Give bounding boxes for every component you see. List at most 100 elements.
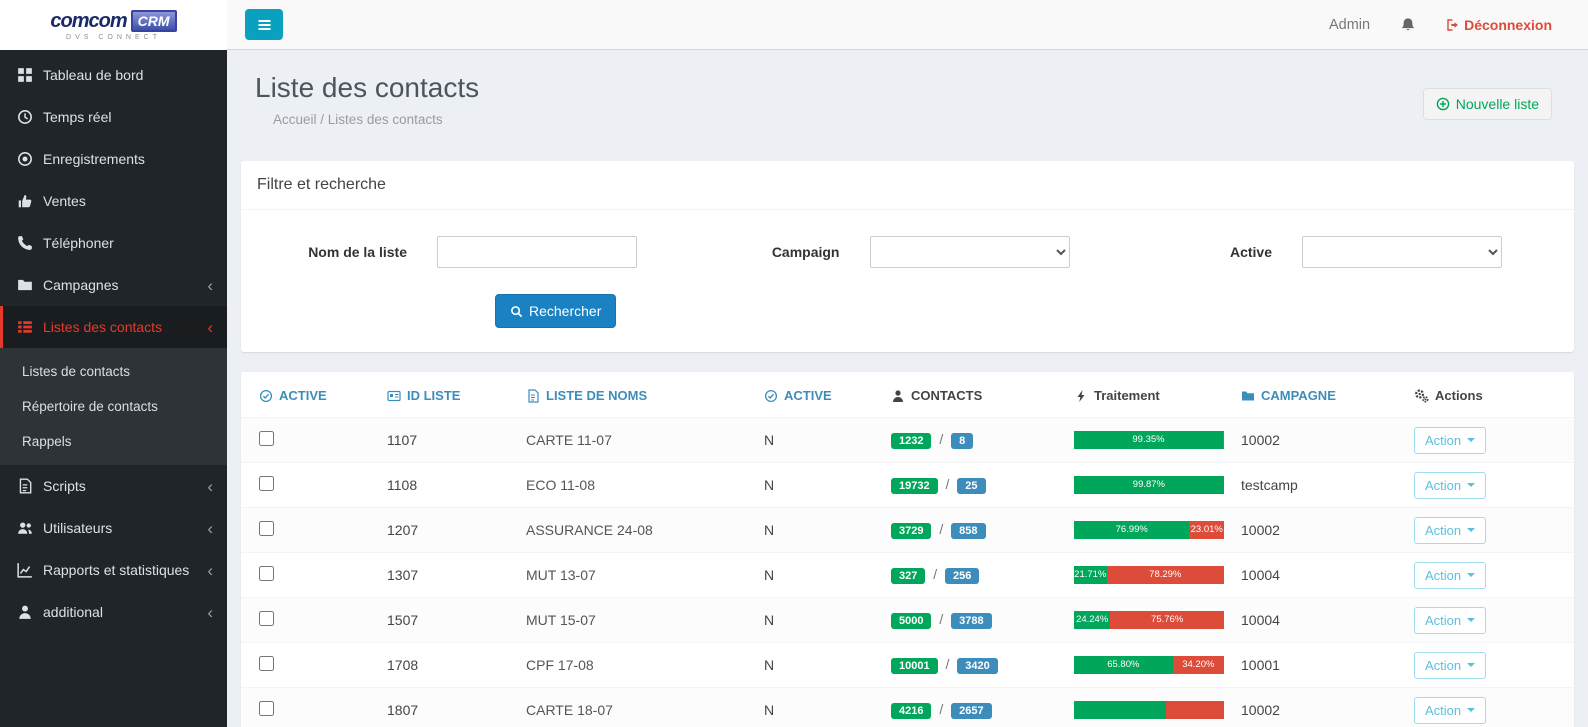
progress-green-segment: 99.87% (1074, 476, 1224, 494)
sidebar-item-scripts[interactable]: Scripts (0, 465, 227, 507)
sidebar-item-enregistrements[interactable]: Enregistrements (0, 138, 227, 180)
action-button[interactable]: Action (1414, 427, 1486, 454)
breadcrumb-home[interactable]: Accueil (273, 112, 317, 127)
row-checkbox[interactable] (259, 521, 274, 536)
cell-contacts: 10001 / 3420 (891, 656, 1074, 673)
table-header-row: ACTIVE ID LISTE LISTE DE NOMS ACTIVE CON… (241, 374, 1574, 418)
chevron-left-icon (207, 319, 213, 336)
notifications-button[interactable] (1400, 17, 1416, 33)
table-row: 1107 CARTE 11-07 N 1232 / 8 99.35% 10002… (241, 418, 1574, 463)
sidebar-item-additional[interactable]: additional (0, 591, 227, 633)
topbar: Admin Déconnexion (227, 0, 1588, 50)
sidebar-item-rapports-et-statistiques[interactable]: Rapports et statistiques (0, 549, 227, 591)
gears-icon (1414, 388, 1429, 403)
action-button[interactable]: Action (1414, 562, 1486, 589)
brand-tagline: DVS CONNECT (66, 34, 161, 41)
treatment-progress-bar: 24.24% 75.76% (1074, 611, 1224, 629)
sidebar-item-utilisateurs[interactable]: Utilisateurs (0, 507, 227, 549)
users-icon (17, 520, 33, 536)
action-button[interactable]: Action (1414, 607, 1486, 634)
progress-green-segment: 65.80% (1074, 656, 1173, 674)
row-checkbox[interactable] (259, 476, 274, 491)
content: Liste des contacts Accueil / Listes des … (227, 50, 1588, 727)
app-logo[interactable]: comcom CRM DVS CONNECT (0, 0, 227, 50)
main-area: Admin Déconnexion Liste des contacts Acc… (227, 0, 1588, 727)
column-header-active[interactable]: ACTIVE (764, 374, 891, 417)
action-button[interactable]: Action (1414, 517, 1486, 544)
sidebar-item-campagnes[interactable]: Campagnes (0, 264, 227, 306)
sidebar-item-label: Scripts (43, 478, 86, 494)
sidebar-item-tableau-de-bord[interactable]: Tableau de bord (0, 54, 227, 96)
column-header-actions[interactable]: Actions (1414, 374, 1560, 417)
submenu-item-rappels[interactable]: Rappels (0, 424, 227, 459)
progress-red-segment (1166, 701, 1225, 719)
action-button[interactable]: Action (1414, 697, 1486, 724)
sidebar-item-label: Ventes (43, 193, 86, 209)
sidebar: comcom CRM DVS CONNECT Tableau de bord T… (0, 0, 227, 727)
sidebar-item-label: Tableau de bord (43, 67, 143, 83)
cell-list-id: 1207 (387, 522, 526, 538)
contacts-count-badge: 3729 (891, 523, 931, 539)
row-checkbox[interactable] (259, 656, 274, 671)
cell-list-name: ASSURANCE 24-08 (526, 522, 764, 538)
clock-icon (17, 109, 33, 125)
remaining-count-badge: 2657 (951, 703, 991, 719)
table-row: 1207 ASSURANCE 24-08 N 3729 / 858 76.99%… (241, 508, 1574, 553)
cell-treatment (1074, 701, 1241, 719)
logout-link[interactable]: Déconnexion (1446, 17, 1552, 33)
column-header-campagne[interactable]: CAMPAGNE (1241, 374, 1414, 417)
progress-red-segment (1223, 431, 1224, 449)
sidebar-item-telephoner[interactable]: Téléphoner (0, 222, 227, 264)
submenu-item-listes-de-contacts[interactable]: Listes de contacts (0, 354, 227, 389)
chevron-left-icon (207, 604, 213, 621)
row-checkbox[interactable] (259, 431, 274, 446)
contacts-separator: / (945, 476, 949, 492)
contacts-separator: / (939, 611, 943, 627)
contacts-separator: / (939, 431, 943, 447)
cell-treatment: 99.35% (1074, 431, 1241, 449)
cell-campaign: 10002 (1241, 522, 1414, 538)
row-checkbox[interactable] (259, 611, 274, 626)
folder-icon (17, 277, 33, 293)
sidebar-item-listes-des-contacts[interactable]: Listes des contacts (0, 306, 227, 348)
row-checkbox[interactable] (259, 701, 274, 716)
user-menu[interactable]: Admin (1329, 17, 1370, 33)
column-header-id-liste[interactable]: ID LISTE (387, 374, 526, 417)
new-list-button[interactable]: Nouvelle liste (1423, 88, 1552, 120)
column-header-contacts[interactable]: CONTACTS (891, 374, 1074, 417)
search-button[interactable]: Rechercher (495, 294, 616, 328)
cell-list-name: CPF 17-08 (526, 657, 764, 673)
progress-green-segment (1074, 701, 1166, 719)
list-name-input[interactable] (437, 236, 637, 268)
chevron-left-icon (207, 562, 213, 579)
dashboard-icon (17, 67, 33, 83)
progress-green-segment: 99.35% (1074, 431, 1223, 449)
cell-list-name: CARTE 11-07 (526, 432, 764, 448)
progress-red-segment: 75.76% (1110, 611, 1224, 629)
filter-panel-title: Filtre et recherche (241, 161, 1574, 210)
chevron-left-icon (207, 478, 213, 495)
action-button[interactable]: Action (1414, 472, 1486, 499)
search-icon (510, 305, 523, 318)
breadcrumb-separator: / (317, 112, 328, 127)
active-select[interactable] (1302, 236, 1502, 268)
sidebar-toggle-button[interactable] (245, 9, 283, 40)
sidebar-item-temps-reel[interactable]: Temps réel (0, 96, 227, 138)
table-body: 1107 CARTE 11-07 N 1232 / 8 99.35% 10002… (241, 418, 1574, 727)
sidebar-item-label: Téléphoner (43, 235, 114, 251)
table-row: 1807 CARTE 18-07 N 4216 / 2657 10002 Act… (241, 688, 1574, 727)
caret-down-icon (1467, 528, 1475, 532)
column-header-liste-de-noms[interactable]: LISTE DE NOMS (526, 374, 764, 417)
row-checkbox[interactable] (259, 566, 274, 581)
submenu-item-repertoire-de-contacts[interactable]: Répertoire de contacts (0, 389, 227, 424)
remaining-count-badge: 3788 (951, 613, 991, 629)
campaign-select[interactable] (870, 236, 1070, 268)
cell-list-id: 1108 (387, 477, 526, 493)
column-header-traitement[interactable]: Traitement (1074, 374, 1241, 417)
column-header-active[interactable]: ACTIVE (259, 374, 387, 417)
contacts-count-badge: 327 (891, 568, 925, 584)
cell-campaign: 10004 (1241, 612, 1414, 628)
sidebar-item-ventes[interactable]: Ventes (0, 180, 227, 222)
action-button[interactable]: Action (1414, 652, 1486, 679)
chart-icon (17, 562, 33, 578)
